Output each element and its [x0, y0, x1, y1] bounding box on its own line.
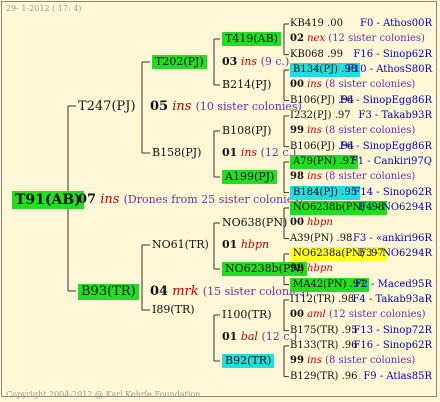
l2-mating-2: 01 ins (12 c.): [222, 146, 296, 160]
ancestor-location-12: F4 - NO6294R: [359, 201, 432, 213]
ancestor-location-9: F1 - Cankiri97Q: [350, 155, 432, 167]
ancestor-name-11[interactable]: B184(PJ) .95: [290, 185, 361, 200]
ancestor-name-0[interactable]: KB419 .00: [290, 17, 343, 31]
l2-mating-3: 01 hbpn: [222, 238, 269, 252]
ancestor-location-5: F6 - SinopEgg86R: [339, 94, 432, 106]
l3-queen-3[interactable]: B108(PJ): [222, 124, 271, 138]
mating-gen-13: 00: [290, 217, 304, 229]
l2-note-1: (9 c.): [260, 55, 290, 68]
mating-mark-22: ins: [307, 355, 322, 367]
l3-queen-4[interactable]: A199(PJ): [222, 170, 278, 184]
mating-gen-10: 98: [290, 171, 304, 183]
l1-top-mating: 05 ins (10 sister colonies): [150, 99, 302, 115]
date-header: 29- 1-2012 ( 17: 4): [6, 4, 82, 13]
l2-mating-4: 01 bal (12 c.): [222, 330, 297, 344]
mating-mark-7: ins: [307, 125, 322, 137]
l2-gen-3: 01: [222, 238, 238, 251]
mating-note-7: (8 sister colonies): [325, 125, 416, 137]
mating-row-10: 98 ins (8 sister colonies): [290, 170, 415, 184]
ancestor-location-17: F2 - Maced95R: [354, 278, 432, 290]
ancestor-name-18[interactable]: I112(TR) .98: [290, 293, 354, 307]
mating-gen-4: 00: [290, 79, 304, 91]
root-gen: 07: [78, 192, 97, 207]
l2-mark-1: ins: [240, 55, 258, 68]
l2-mating-1: 03 ins (9 c.): [222, 55, 289, 69]
ancestor-name-21[interactable]: B133(TR) .96: [290, 339, 358, 353]
mating-note-4: (8 sister colonies): [325, 79, 416, 91]
l1-top-mark: ins: [172, 99, 192, 114]
ancestor-location-2: F16 - Sinop62R: [353, 48, 432, 60]
mating-mark-10: ins: [307, 171, 322, 183]
mating-mark-16: hbpn: [307, 263, 333, 275]
root-mark: ins: [100, 192, 120, 207]
ancestor-name-14[interactable]: A39(PN) .98: [290, 232, 352, 246]
l2-mark-2: ins: [240, 146, 258, 159]
mating-note-19: (12 sister colonies): [328, 309, 426, 321]
mating-gen-16: 98: [290, 263, 304, 275]
pedigree-chart: 29- 1-2012 ( 17: 4) Copyright 2004-2012 …: [0, 0, 440, 400]
l2-mark-4: bal: [240, 330, 258, 343]
l2-queen-3[interactable]: NO61(TR): [152, 238, 209, 252]
mating-row-19: 00 aml (12 sister colonies): [290, 308, 426, 322]
ancestor-location-14: F3 - «ankiri96R: [352, 232, 432, 244]
l2-queen-1[interactable]: T202(PJ): [152, 55, 207, 69]
mating-note-1: (12 sister colonies): [328, 33, 425, 45]
root-queen[interactable]: T91(AB): [12, 191, 84, 209]
l3-queen-5[interactable]: NO638(PN): [222, 216, 287, 230]
mating-note-22: (8 sister colonies): [325, 355, 416, 367]
l3-queen-7[interactable]: I100(TR): [222, 308, 272, 322]
l1-bottom-gen: 04: [150, 284, 169, 299]
mating-row-4: 00 ins (8 sister colonies): [290, 78, 415, 92]
ancestor-location-8: F6 - SinopEgg86R: [339, 140, 432, 152]
l1-bottom-queen[interactable]: B93(TR): [78, 284, 139, 300]
root-mating: 07 ins (Drones from 25 sister colonies): [78, 192, 303, 208]
l3-queen-1[interactable]: T419(AB): [222, 32, 281, 46]
mating-gen-19: 00: [290, 309, 304, 321]
mating-row-16: 98 hbpn: [290, 262, 333, 276]
mating-row-22: 99 ins (8 sister colonies): [290, 354, 415, 368]
ancestor-location-21: F16 - Sinop62R: [353, 339, 432, 351]
mating-row-7: 99 ins (8 sister colonies): [290, 124, 415, 138]
l2-mark-3: hbpn: [240, 238, 270, 251]
l3-queen-2[interactable]: B214(PJ): [222, 78, 271, 92]
ancestor-name-9[interactable]: A79(PN) .97: [290, 154, 359, 169]
ancestor-location-18: F4 - Takab93aR: [352, 293, 432, 305]
ancestor-location-23: F9 - Atlas85R: [363, 370, 432, 382]
l2-queen-2[interactable]: B158(PJ): [152, 146, 201, 160]
l2-gen-4: 01: [222, 330, 238, 343]
ancestor-location-0: F0 - Athos00R: [360, 18, 432, 29]
ancestor-name-2[interactable]: KB068 .99: [290, 48, 343, 62]
l2-gen-1: 03: [222, 55, 238, 68]
ancestor-location-11: F14 - Sinop62R: [353, 186, 432, 198]
ancestor-location-6: F3 - Takab93R: [358, 109, 432, 121]
mating-gen-22: 99: [290, 355, 304, 367]
l1-bottom-mark: mrk: [172, 284, 199, 299]
mating-gen-1: 02: [290, 33, 304, 45]
ancestor-location-20: F13 - Sinop72R: [353, 324, 432, 336]
mating-row-13: 00 hbpn: [290, 216, 333, 230]
ancestor-location-3: F10 - AthosS80R: [346, 63, 432, 75]
ancestor-location-15: F3 - NO6294R: [359, 247, 432, 259]
mating-mark-13: hbpn: [307, 217, 333, 229]
mating-note-10: (8 sister colonies): [325, 171, 416, 183]
mating-mark-4: ins: [307, 79, 322, 91]
l1-top-note: (10 sister colonies): [195, 100, 302, 113]
ancestor-name-20[interactable]: B175(TR) .95: [290, 324, 358, 338]
mating-mark-1: nex: [307, 33, 326, 45]
l2-gen-2: 01: [222, 146, 238, 159]
mating-row-1: 02 nex (12 sister colonies): [290, 32, 425, 46]
l2-queen-4[interactable]: I89(TR): [152, 303, 195, 317]
l1-top-queen[interactable]: T247(PJ): [78, 99, 136, 115]
mating-mark-19: aml: [307, 309, 326, 321]
l3-queen-8[interactable]: B92(TR): [222, 354, 275, 368]
l1-top-gen: 05: [150, 99, 169, 114]
root-note: (Drones from 25 sister colonies): [123, 193, 304, 206]
ancestor-name-23[interactable]: B129(TR) .96: [290, 370, 358, 384]
ancestor-name-6[interactable]: I232(PJ) .97: [290, 109, 351, 123]
mating-gen-7: 99: [290, 125, 304, 137]
l1-bottom-mating: 04 mrk (15 sister colonies): [150, 284, 309, 300]
